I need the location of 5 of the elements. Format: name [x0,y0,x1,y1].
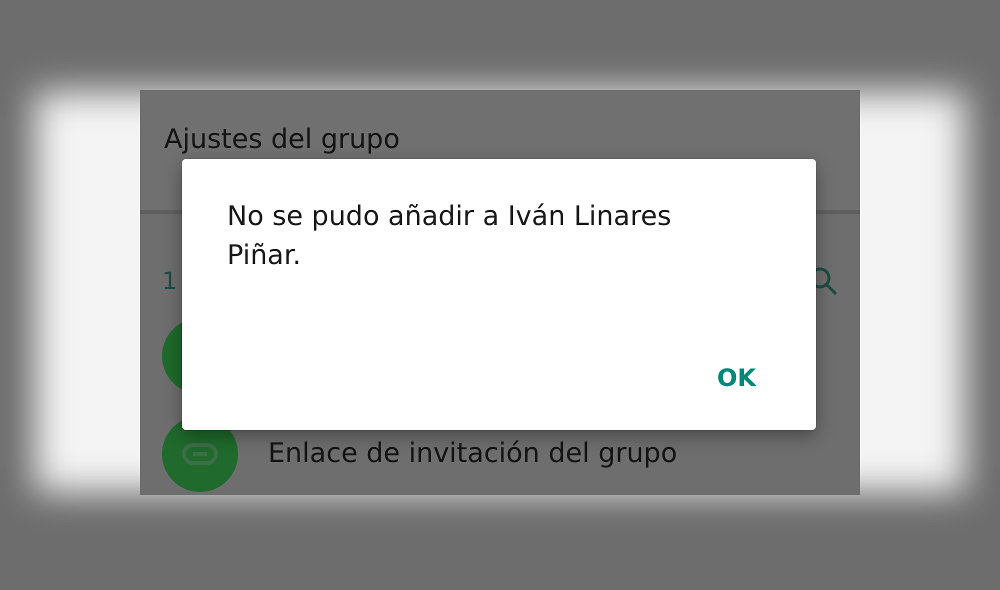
dialog-message: No se pudo añadir a Iván Linares Piñar. [227,200,672,272]
row-label[interactable]: Enlace de invitación del grupo [268,438,678,469]
screen-title: Ajustes del grupo [164,124,400,154]
participants-count: 1 [162,266,178,294]
ok-button[interactable]: OK [697,360,776,396]
